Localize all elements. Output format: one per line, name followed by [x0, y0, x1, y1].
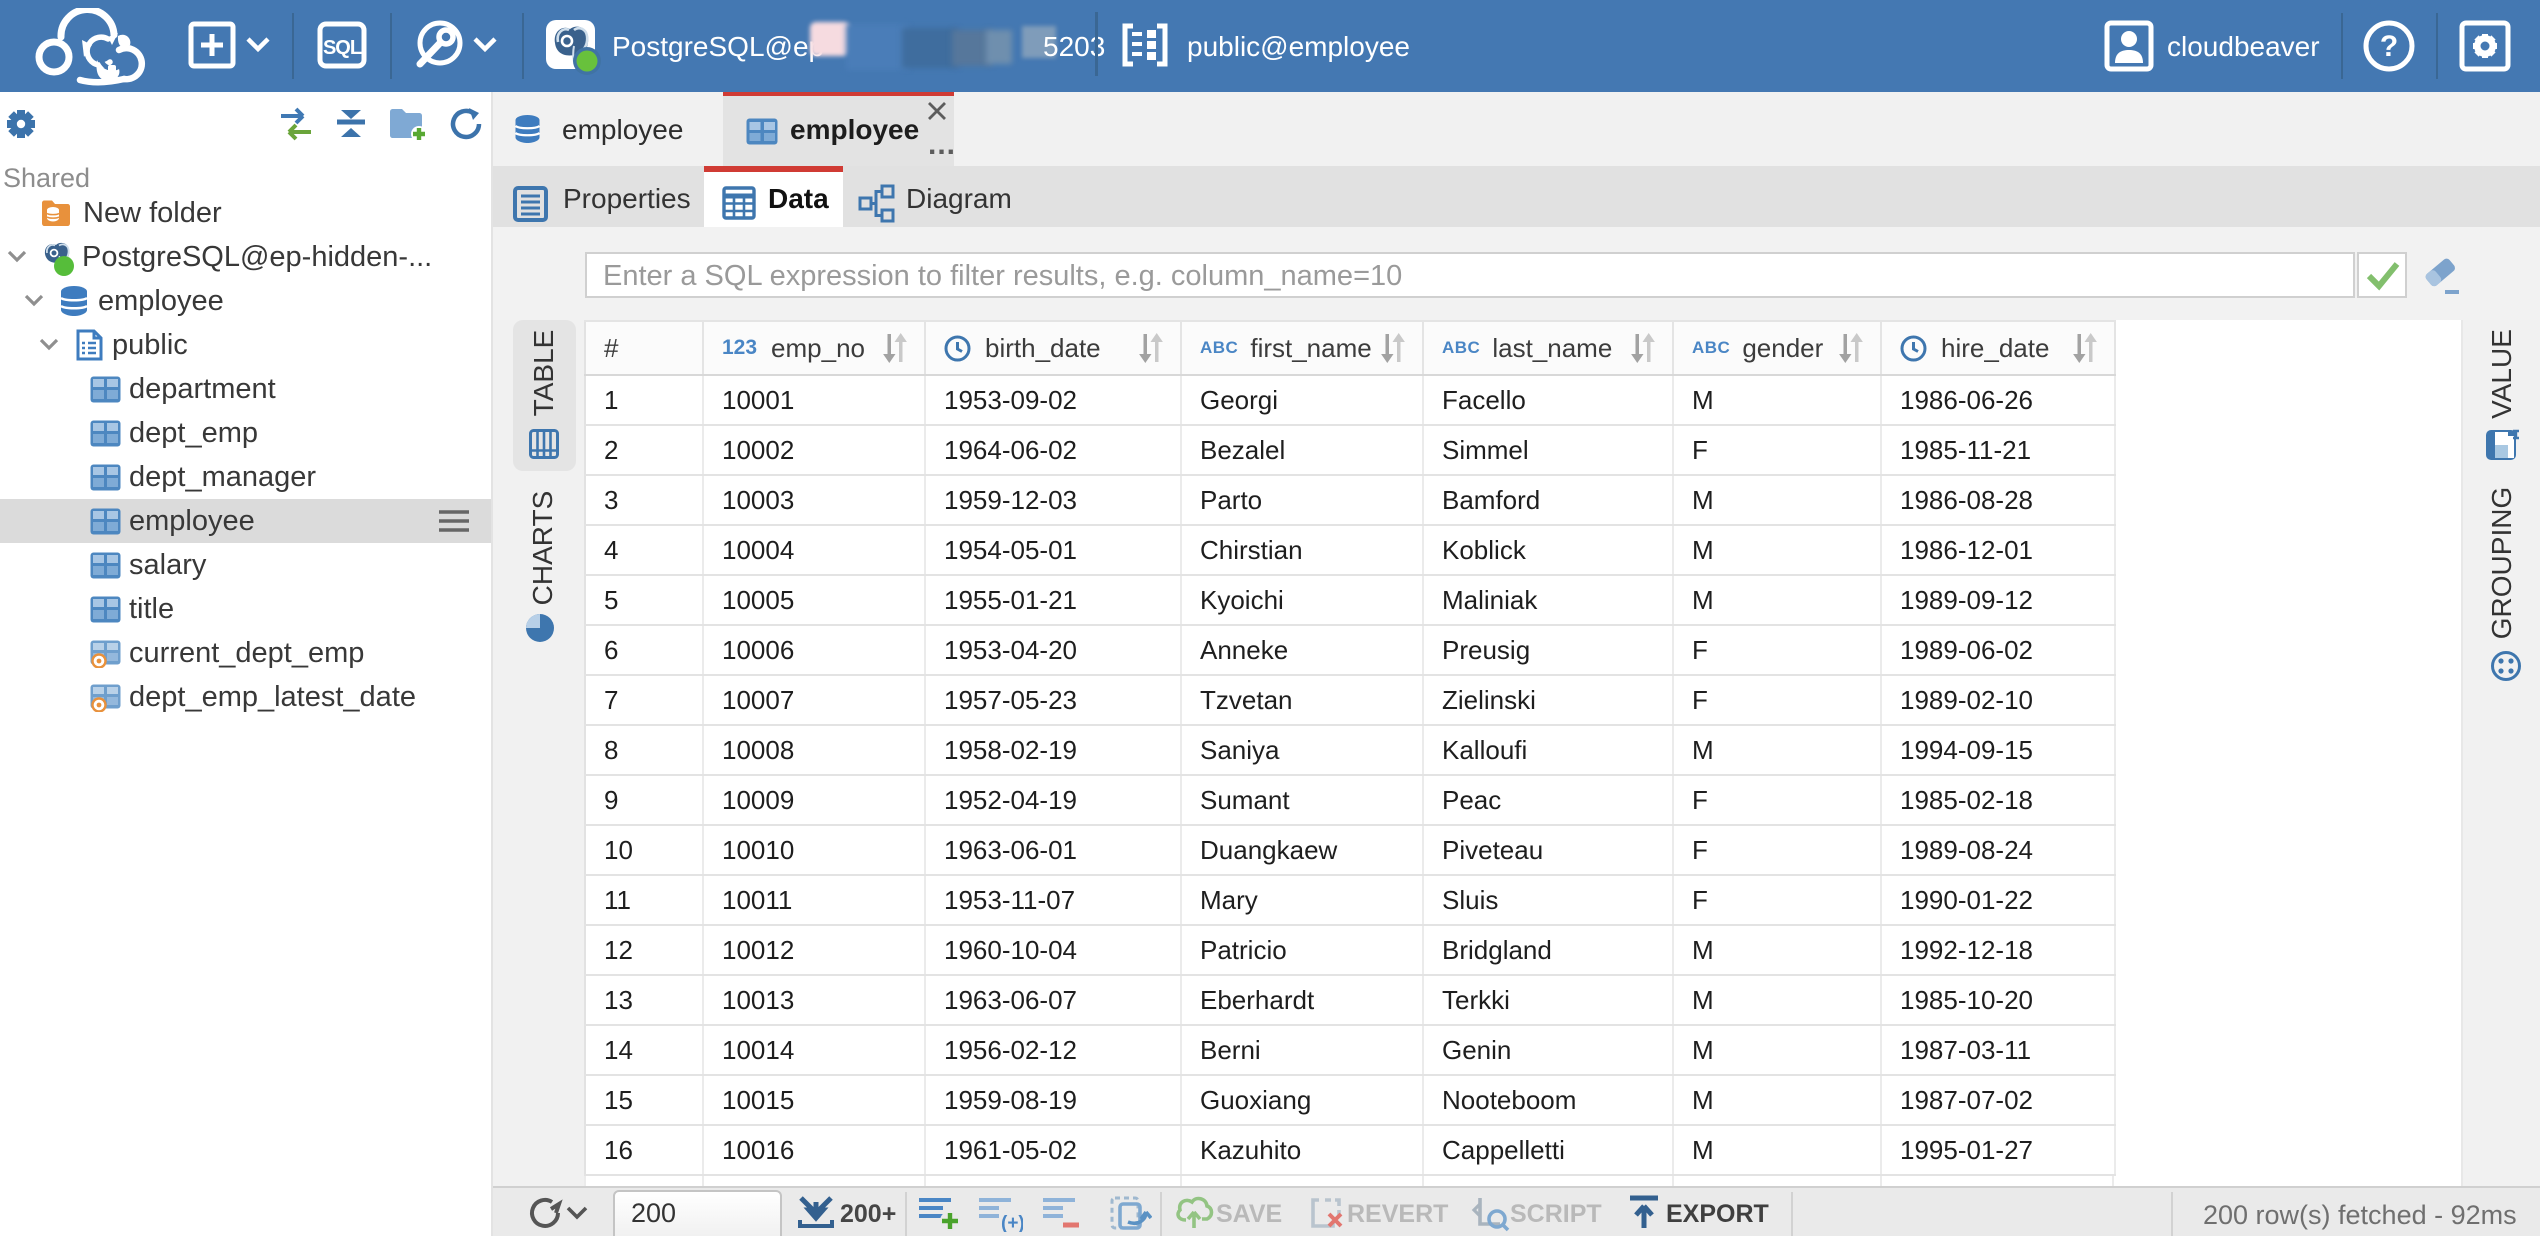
svg-text:(+): (+) [1001, 1213, 1023, 1232]
svg-text:?: ? [2380, 30, 2398, 63]
svg-text:SQL: SQL [323, 37, 362, 59]
